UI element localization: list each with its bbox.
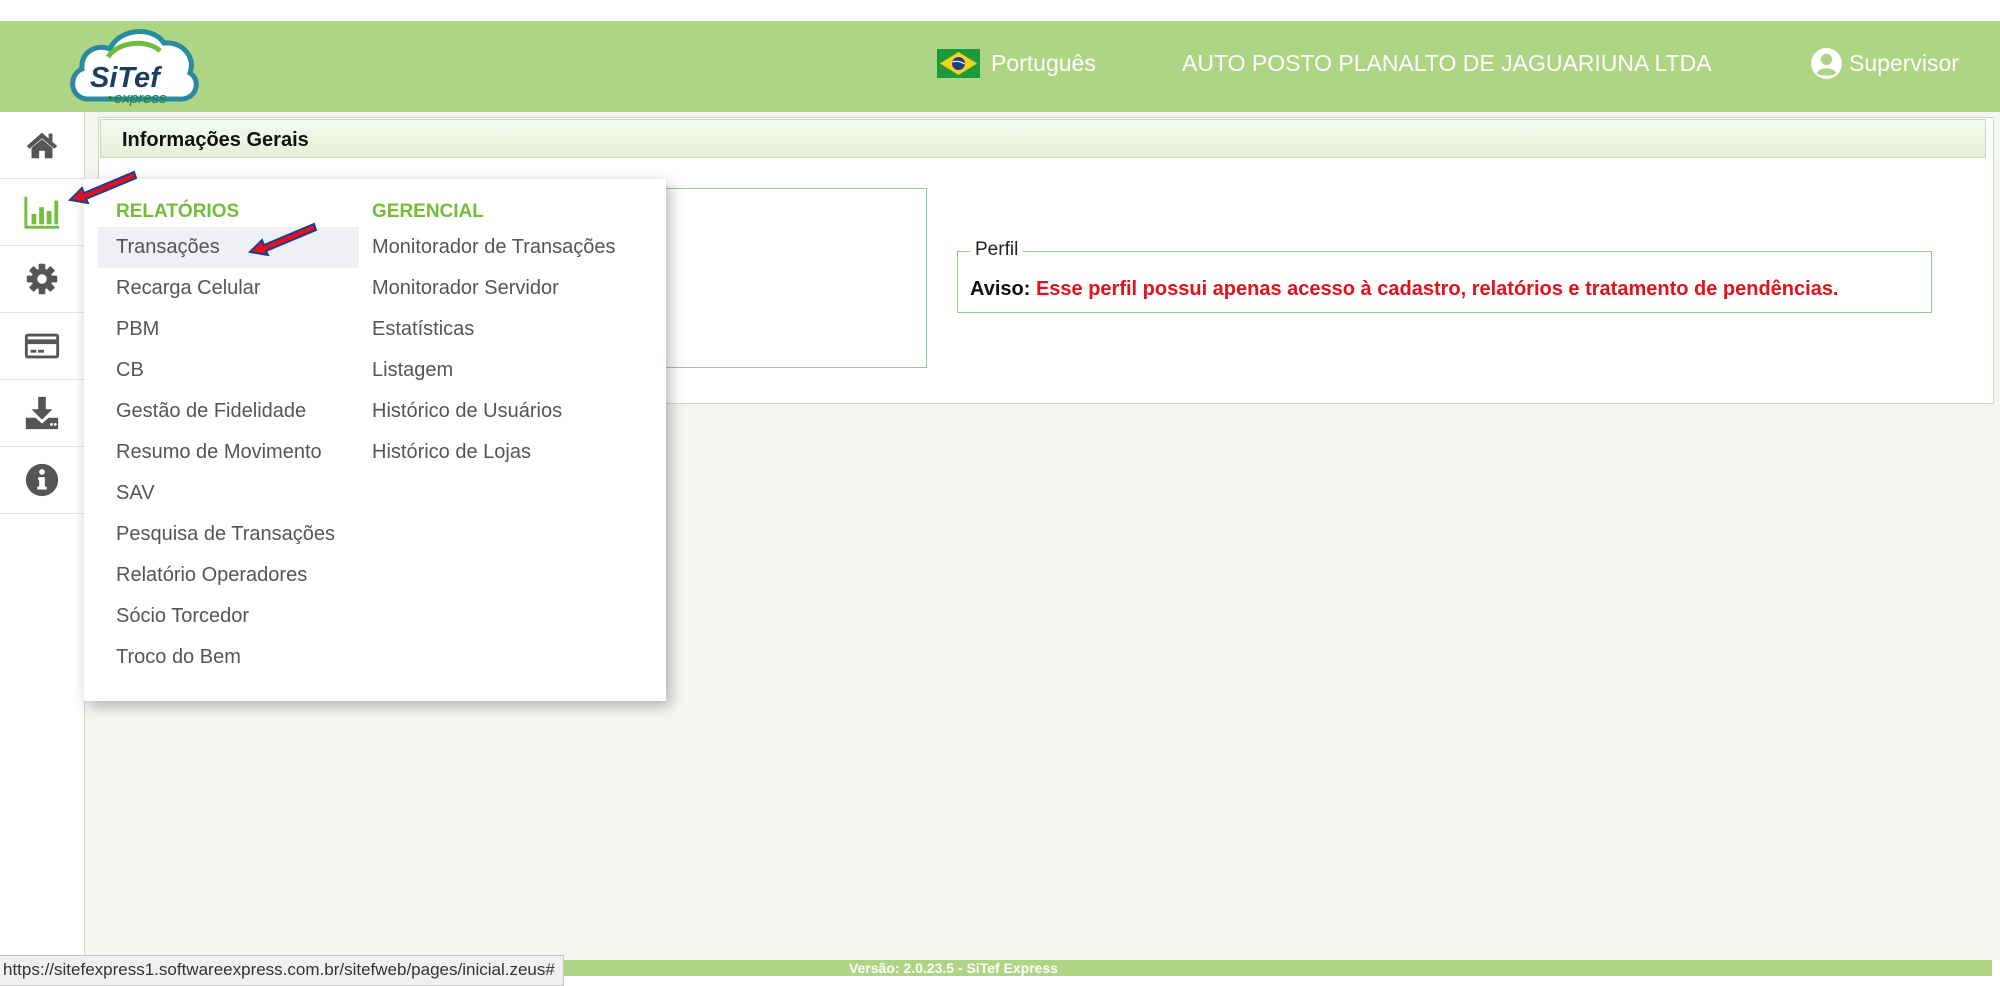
menu-column-gerencial: GERENCIAL Monitorador de Transações Moni…: [372, 197, 666, 473]
credit-card-icon: [24, 333, 60, 359]
brazil-flag-icon: [937, 49, 980, 78]
sidebar-item-settings[interactable]: [0, 246, 84, 313]
language-label: Português: [991, 50, 1096, 76]
language-selector[interactable]: Português: [937, 49, 1096, 78]
panel-title: Informações Gerais: [122, 129, 309, 151]
menu-item-listagem[interactable]: Listagem: [372, 350, 666, 391]
menu-item-estatisticas[interactable]: Estatísticas: [372, 309, 666, 350]
user-menu[interactable]: Supervisor: [1810, 47, 1959, 80]
menu-item-monitorador-servidor[interactable]: Monitorador Servidor: [372, 268, 666, 309]
reports-dropdown-menu: RELATÓRIOS Transações Recarga Celular PB…: [84, 179, 666, 701]
sidebar: [0, 112, 85, 984]
sidebar-item-cards[interactable]: [0, 313, 84, 380]
menu-item-relatorio-operadores[interactable]: Relatório Operadores: [98, 555, 359, 596]
browser-status-bar: https://sitefexpress1.softwareexpress.co…: [0, 955, 564, 986]
version-text: Versão: 2.0.23.5 - SiTef Express: [848, 960, 1059, 976]
menu-item-gestao-fidelidade[interactable]: Gestão de Fidelidade: [98, 391, 359, 432]
perfil-warning: Aviso: Esse perfil possui apenas acesso …: [970, 278, 1839, 301]
menu-heading-gerencial: GERENCIAL: [372, 201, 484, 222]
panel-header: Informações Gerais: [100, 119, 1986, 158]
sidebar-item-info[interactable]: [0, 447, 84, 514]
menu-item-historico-usuarios[interactable]: Histórico de Usuários: [372, 391, 666, 432]
user-circle-icon: [1811, 48, 1842, 79]
bar-chart-icon: [24, 196, 60, 229]
menu-column-relatorios: RELATÓRIOS Transações Recarga Celular PB…: [84, 197, 359, 678]
sidebar-item-download[interactable]: [0, 380, 84, 447]
company-name: AUTO POSTO PLANALTO DE JAGUARIUNA LTDA: [1182, 50, 1712, 76]
home-icon: [26, 132, 58, 159]
download-icon: [25, 396, 59, 430]
menu-item-socio-torcedor[interactable]: Sócio Torcedor: [98, 596, 359, 637]
menu-item-troco-do-bem[interactable]: Troco do Bem: [98, 637, 359, 678]
sitef-logo[interactable]: SiTef express: [68, 21, 203, 111]
aviso-message: Esse perfil possui apenas acesso à cadas…: [1035, 278, 1839, 300]
menu-item-pbm[interactable]: PBM: [98, 309, 359, 350]
menu-item-resumo-movimento[interactable]: Resumo de Movimento: [98, 432, 359, 473]
menu-item-sav[interactable]: SAV: [98, 473, 359, 514]
perfil-fieldset: Perfil Aviso: Esse perfil possui apenas …: [957, 239, 1932, 313]
info-box: [660, 188, 927, 368]
info-icon: [25, 463, 59, 497]
user-name: Supervisor: [1849, 50, 1959, 76]
menu-item-recarga-celular[interactable]: Recarga Celular: [98, 268, 359, 309]
aviso-label: Aviso:: [970, 278, 1031, 300]
menu-item-transacoes[interactable]: Transações: [98, 227, 359, 268]
logo-subtext: express: [114, 90, 167, 107]
menu-item-pesquisa-transacoes[interactable]: Pesquisa de Transações: [98, 514, 359, 555]
top-header: SiTef express Português AUTO POSTO PLANA…: [0, 21, 2000, 112]
gear-icon: [26, 263, 58, 295]
perfil-legend: Perfil: [970, 239, 1024, 261]
red-arrow-annotation-icon: [248, 222, 318, 256]
red-arrow-annotation-icon: [68, 170, 138, 204]
menu-item-historico-lojas[interactable]: Histórico de Lojas: [372, 432, 666, 473]
menu-item-monitorador-transacoes[interactable]: Monitorador de Transações: [372, 227, 666, 268]
menu-item-cb[interactable]: CB: [98, 350, 359, 391]
